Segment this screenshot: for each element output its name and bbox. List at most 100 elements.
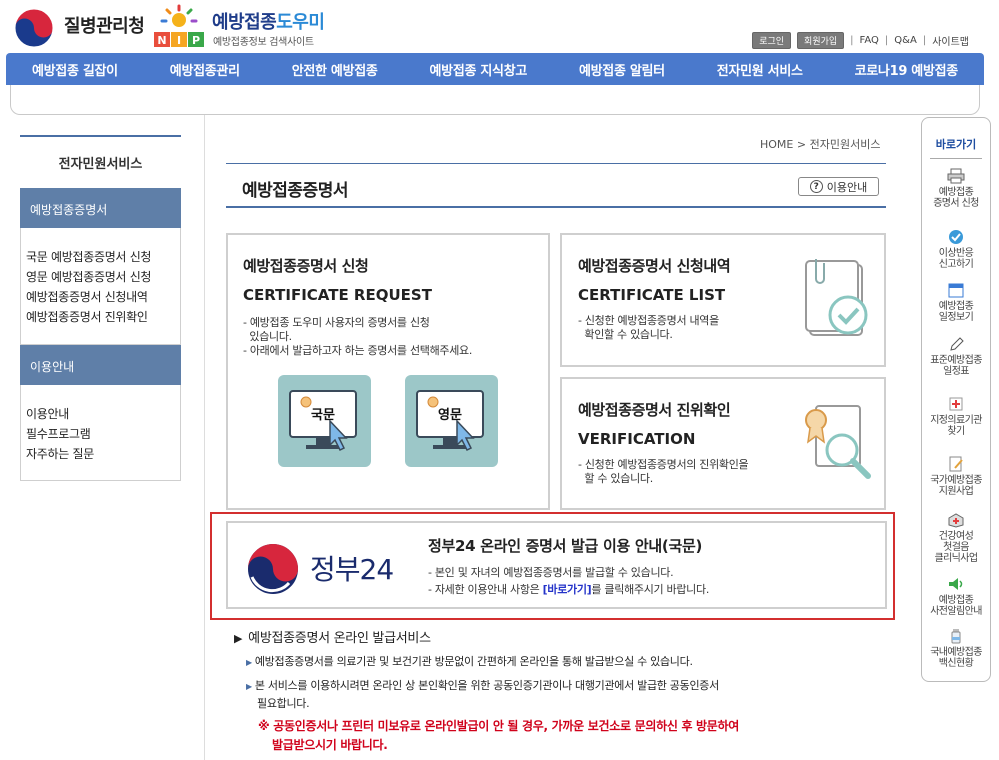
quick-item-label-line: 지정의료기관 — [930, 415, 982, 426]
quick-item-label-line: 국가예방접종 — [930, 475, 982, 486]
warning-line2: 발급받으시기 바랍니다. — [272, 738, 388, 752]
nav-item-e-civil-service[interactable]: 전자민원 서비스 — [717, 60, 803, 79]
nip-logo[interactable]: N I P — [152, 4, 207, 48]
sidebar-certificate-links: 국문 예방접종증명서 신청 영문 예방접종증명서 신청 예방접종증명서 신청내역… — [20, 228, 181, 345]
check-circle-icon — [949, 230, 963, 244]
certificate-magnifier-icon — [805, 405, 871, 479]
card-request-desc-line1: - 예방접종 도우미 사용자의 증명서를 신청 — [243, 316, 430, 329]
warning-line1: ※ 공동인증서나 프린터 미보유로 온라인발급이 안 될 경우, 가까운 보건소… — [258, 719, 740, 733]
nav-item-knowledge[interactable]: 예방접종 지식창고 — [430, 60, 528, 79]
quick-item-pre-notification[interactable]: 예방접종 사전알림안내 — [921, 576, 991, 617]
monitor-cursor-icon: 국문 — [289, 390, 357, 452]
title-bottom-line — [226, 206, 886, 208]
util-separator: | — [884, 35, 889, 46]
gov24-emblem-icon — [248, 544, 298, 594]
util-separator: | — [922, 35, 927, 46]
quick-item-label-line: 국내예방접종 — [930, 647, 982, 658]
login-button[interactable]: 로그인 — [752, 32, 792, 49]
qna-link[interactable]: Q&A — [894, 35, 917, 46]
faq-link[interactable]: FAQ — [860, 35, 879, 46]
nip-letter-p: P — [192, 34, 200, 47]
quick-item-women-clinic[interactable]: 건강여성 첫걸음 클리닉사업 — [921, 512, 991, 564]
site-subtitle: 예방접종정보 검색사이트 — [213, 37, 314, 48]
quick-item-label-line: 일정보기 — [938, 312, 974, 323]
sidebar-section-certificate[interactable]: 예방접종증명서 — [20, 188, 181, 228]
quick-item-adverse-report[interactable]: 이상반응 신고하기 — [921, 229, 991, 270]
sub-navigation-bar — [10, 85, 980, 115]
bullet-icon: ▶ — [246, 682, 252, 691]
quick-item-label-line: 표준예방접종 — [930, 355, 982, 366]
card-certificate-request: 예방접종증명서 신청 CERTIFICATE REQUEST - 예방접종 도우… — [226, 233, 550, 510]
breadcrumb-home[interactable]: HOME — [760, 138, 793, 151]
gov24-title: 정부24 온라인 증명서 발급 이용 안내(국문) — [428, 537, 702, 555]
card-request-en-title: CERTIFICATE REQUEST — [243, 286, 432, 304]
sidebar-item-korean-request[interactable]: 국문 예방접종증명서 신청 — [21, 247, 180, 267]
gov24-desc2-suffix: 를 클릭해주시기 바랍니다. — [591, 583, 710, 596]
speaker-icon — [949, 578, 963, 590]
quick-menu-divider — [930, 158, 982, 159]
quick-item-label-line: 사전알림안내 — [930, 606, 982, 617]
site-name[interactable]: 예방접종도우미 — [212, 8, 325, 34]
quick-item-label-line: 증명서 신청 — [933, 198, 979, 209]
quick-item-standard-schedule[interactable]: 표준예방접종 일정표 — [921, 336, 991, 377]
online-service-warning: ※ 공동인증서나 프린터 미보유로 온라인발급이 안 될 경우, 가까운 보건소… — [258, 717, 739, 755]
document-check-icon — [805, 259, 868, 336]
korean-certificate-label: 국문 — [311, 408, 335, 423]
quick-item-schedule[interactable]: 예방접종 일정보기 — [921, 282, 991, 323]
sitemap-link[interactable]: 사이트맵 — [932, 33, 969, 48]
quick-item-label-line: 일정표 — [943, 366, 969, 377]
nav-item-covid19[interactable]: 코로나19 예방접종 — [855, 60, 959, 79]
quick-item-label-line: 클리닉사업 — [934, 553, 978, 564]
quick-item-vaccine-status[interactable]: 국내예방접종 백신현황 — [921, 628, 991, 669]
card-request-desc-line1b: 있습니다. — [243, 330, 292, 343]
online-service-line2: ▶ 본 서비스를 이용하시려면 온라인 상 본인확인을 위한 공동인증기관이나 대… — [246, 676, 719, 696]
main-navigation: 예방접종 길잡이 예방접종관리 안전한 예방접종 예방접종 지식창고 예방접종 … — [6, 53, 984, 85]
korea-emblem-logo[interactable] — [14, 8, 54, 48]
agency-name[interactable]: 질병관리청 — [64, 12, 145, 38]
gov24-description-line1: - 본인 및 자녀의 예방접종증명서를 발급할 수 있습니다. — [428, 566, 674, 579]
sidebar-top-line — [20, 135, 181, 137]
quick-item-label-line: 예방접종 — [938, 301, 974, 312]
nav-item-vaccination-management[interactable]: 예방접종관리 — [170, 60, 240, 79]
breadcrumb-separator: > — [796, 138, 810, 151]
breadcrumb-current[interactable]: 전자민원서비스 — [810, 138, 881, 151]
gov24-logo-text: 정부24 — [310, 553, 394, 586]
medical-box-icon — [948, 513, 964, 528]
nav-item-notice[interactable]: 예방접종 알림터 — [579, 60, 665, 79]
online-service-line1: ▶ 예방접종증명서를 의료기관 및 보건기관 방문없이 간편하게 온라인을 통해 … — [246, 652, 693, 672]
sidebar-item-guide[interactable]: 이용안내 — [21, 404, 180, 424]
quick-item-label-line: 예방접종 — [938, 187, 974, 198]
top-utility-menu: 로그인 회원가입 | FAQ | Q&A | 사이트맵 — [752, 32, 969, 49]
card-request-title: 예방접종증명서 신청 — [243, 257, 369, 275]
english-certificate-label: 영문 — [438, 408, 462, 423]
gov24-shortcut-link[interactable]: [바로가기] — [543, 583, 592, 596]
sidebar-title: 전자민원서비스 — [58, 157, 143, 172]
quick-item-national-program[interactable]: 국가예방접종 지원사업 — [921, 456, 991, 497]
card-request-description: - 예방접종 도우미 사용자의 증명서를 신청 있습니다. - 아래에서 발급하… — [243, 316, 533, 358]
sidebar-item-english-request[interactable]: 영문 예방접종증명서 신청 — [21, 267, 180, 287]
quick-item-label-line: 백신현황 — [938, 658, 974, 669]
nav-item-safe-vaccination[interactable]: 안전한 예방접종 — [292, 60, 378, 79]
quick-item-label-line: 이상반응 — [938, 248, 974, 259]
gov24-description-line2: - 자세한 이용안내 사항은 [바로가기]를 클릭해주시기 바랍니다. — [428, 581, 709, 597]
quick-item-label-line: 지원사업 — [938, 486, 974, 497]
quick-item-designated-clinic[interactable]: 지정의료기관 찾기 — [921, 396, 991, 437]
quick-item-label-line: 신고하기 — [938, 259, 974, 270]
korean-certificate-button[interactable]: 국문 — [278, 375, 371, 467]
sidebar-section-guide[interactable]: 이용안내 — [20, 345, 181, 385]
quick-item-label-line: 예방접종 — [938, 595, 974, 606]
bullet-icon: ▶ — [246, 658, 252, 667]
quick-item-label-line: 찾기 — [947, 426, 965, 437]
monitor-cursor-icon: 영문 — [416, 390, 484, 452]
sidebar-item-required-programs[interactable]: 필수프로그램 — [21, 424, 180, 444]
sidebar-item-verification[interactable]: 예방접종증명서 진위확인 — [21, 307, 180, 327]
sidebar-item-faq[interactable]: 자주하는 질문 — [21, 444, 180, 464]
english-certificate-button[interactable]: 영문 — [405, 375, 498, 467]
usage-guide-button[interactable]: ? 이용안내 — [798, 177, 879, 196]
nav-item-vaccination-guide[interactable]: 예방접종 길잡이 — [32, 60, 118, 79]
join-button[interactable]: 회원가입 — [797, 32, 845, 49]
quick-item-certificate-request[interactable]: 예방접종 증명서 신청 — [921, 168, 991, 209]
sidebar-item-request-list[interactable]: 예방접종증명서 신청내역 — [21, 287, 180, 307]
quick-item-label-line: 건강여성 — [938, 531, 974, 542]
pencil-icon — [950, 337, 964, 351]
